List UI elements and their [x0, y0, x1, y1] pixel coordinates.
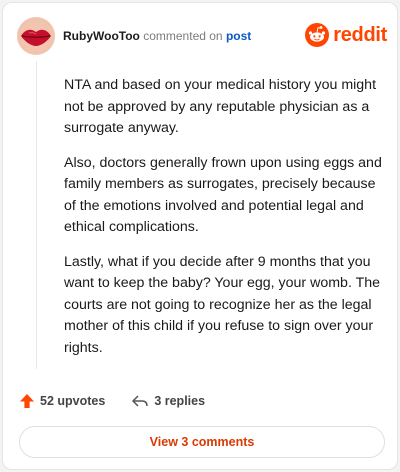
upvote-arrow-icon: [20, 394, 34, 408]
post-link[interactable]: post: [226, 29, 251, 43]
comment-card: RubyWooToo commented on post reddit NTA …: [2, 2, 398, 470]
author-name[interactable]: RubyWooToo: [63, 29, 140, 43]
view-comments-button[interactable]: View 3 comments: [19, 426, 385, 458]
reply-arrow-icon: [132, 395, 149, 407]
reddit-snoo-icon: [305, 23, 330, 47]
replies-count: 3 replies: [154, 394, 206, 408]
comment-actions: 52 upvotes 3 replies: [19, 391, 205, 411]
replies-button[interactable]: 3 replies: [131, 394, 205, 408]
comment-paragraph: Also, doctors generally frown upon using…: [64, 154, 382, 236]
comment-header: RubyWooToo commented on post reddit: [17, 17, 387, 55]
reddit-logo[interactable]: reddit: [305, 21, 387, 49]
lips-icon: [21, 29, 51, 46]
comment-paragraph: Lastly, what if you decide after 9 month…: [64, 253, 381, 356]
upvote-button[interactable]: 52 upvotes: [19, 393, 105, 409]
upvotes-count: 52 upvotes: [40, 394, 106, 408]
action-text: commented on: [143, 29, 223, 43]
comment-body: NTA and based on your medical history yo…: [64, 75, 382, 372]
brand-wordmark: reddit: [333, 23, 387, 46]
comment-meta: RubyWooToo commented on post: [63, 29, 251, 43]
thread-line: [36, 61, 37, 369]
comment-paragraph: NTA and based on your medical history yo…: [64, 77, 377, 136]
avatar[interactable]: [17, 17, 55, 55]
